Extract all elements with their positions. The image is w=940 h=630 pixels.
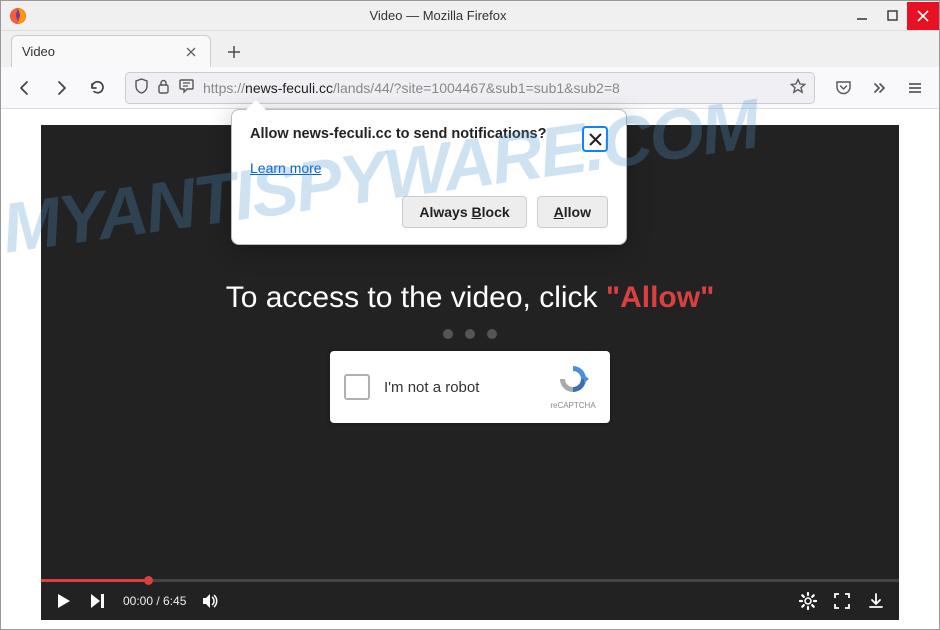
recaptcha-box[interactable]: I'm not a robot reCAPTCHA xyxy=(330,351,610,423)
overflow-button[interactable] xyxy=(863,72,895,104)
forward-button[interactable] xyxy=(45,72,77,104)
allow-button[interactable]: Allow xyxy=(537,196,608,228)
popup-close-button[interactable] xyxy=(582,126,608,152)
recaptcha-label: I'm not a robot xyxy=(384,379,536,396)
pocket-button[interactable] xyxy=(827,72,859,104)
recaptcha-logo: reCAPTCHA xyxy=(550,364,596,410)
app-menu-button[interactable] xyxy=(899,72,931,104)
recaptcha-checkbox[interactable] xyxy=(344,374,370,400)
tab-label: Video xyxy=(22,44,55,59)
download-button[interactable] xyxy=(867,592,885,610)
notification-permission-popup: Allow news-feculi.cc to send notificatio… xyxy=(231,109,627,245)
browser-tab[interactable]: Video xyxy=(11,35,211,67)
window-titlebar: Video — Mozilla Firefox xyxy=(1,1,939,31)
always-block-button[interactable]: Always Block xyxy=(402,196,526,228)
loading-dots xyxy=(443,329,497,339)
window-title: Video — Mozilla Firefox xyxy=(29,8,847,23)
lock-icon[interactable] xyxy=(157,79,170,97)
tab-bar: Video xyxy=(1,31,939,67)
maximize-button[interactable] xyxy=(877,2,907,30)
reload-button[interactable] xyxy=(81,72,113,104)
fullscreen-button[interactable] xyxy=(833,592,851,610)
new-tab-button[interactable] xyxy=(219,37,249,67)
progress-knob[interactable] xyxy=(144,576,153,585)
bookmark-star-icon[interactable] xyxy=(790,78,806,97)
window-controls xyxy=(847,2,939,30)
progress-fill xyxy=(41,579,144,582)
player-controls: 00:00 / 6:45 xyxy=(41,582,899,620)
tracking-shield-icon[interactable] xyxy=(134,78,149,97)
time-display: 00:00 / 6:45 xyxy=(123,594,186,608)
address-bar[interactable]: https://news-feculi.cc/lands/44/?site=10… xyxy=(125,72,815,104)
popup-title: Allow news-feculi.cc to send notificatio… xyxy=(250,126,572,142)
play-button[interactable] xyxy=(55,592,73,610)
navigation-toolbar: https://news-feculi.cc/lands/44/?site=10… xyxy=(1,67,939,109)
minimize-button[interactable] xyxy=(847,2,877,30)
instruction-text: To access to the video, click "Allow" xyxy=(226,281,715,315)
tab-close-button[interactable] xyxy=(182,42,200,62)
video-progress-bar[interactable] xyxy=(41,579,899,582)
close-window-button[interactable] xyxy=(907,2,939,30)
firefox-logo-icon xyxy=(7,5,29,27)
volume-button[interactable] xyxy=(202,592,220,610)
back-button[interactable] xyxy=(9,72,41,104)
next-button[interactable] xyxy=(89,592,107,610)
learn-more-link[interactable]: Learn more xyxy=(250,160,322,176)
settings-button[interactable] xyxy=(799,592,817,610)
permissions-icon[interactable] xyxy=(178,78,195,97)
url-text: https://news-feculi.cc/lands/44/?site=10… xyxy=(203,80,782,96)
